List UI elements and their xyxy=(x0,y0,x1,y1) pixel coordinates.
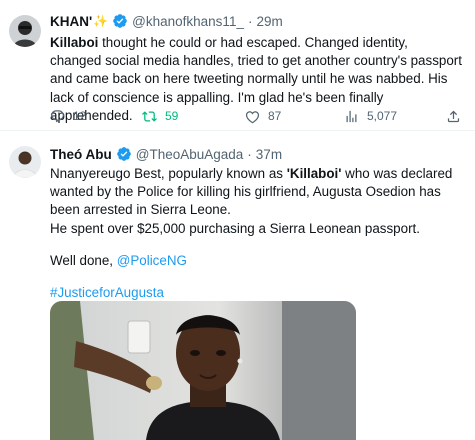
handle[interactable]: @TheoAbuAgada xyxy=(136,147,244,162)
mention-link[interactable]: @PoliceNG xyxy=(117,253,187,268)
tweet-theo[interactable]: Theó Abu @TheoAbuAgada · 37m Nnanyereugo… xyxy=(0,131,475,440)
share-icon xyxy=(447,110,460,122)
tweet-photo[interactable] xyxy=(50,301,356,440)
like-icon xyxy=(245,110,260,123)
retweet-icon xyxy=(142,110,157,122)
views-count: 5,077 xyxy=(367,109,398,123)
paragraph-1: Nnanyereugo Best, popularly known as 'Ki… xyxy=(50,165,462,220)
avatar[interactable] xyxy=(9,15,41,47)
retweet-count: 59 xyxy=(165,109,179,123)
timestamp[interactable]: 37m xyxy=(256,147,282,162)
reply-count: 12 xyxy=(73,109,87,123)
action-bar: 12 59 87 5,077 xyxy=(50,105,462,127)
separator: · xyxy=(247,146,252,162)
reply-icon xyxy=(51,109,64,122)
display-name[interactable]: KHAN' xyxy=(50,14,92,29)
hashtag-link[interactable]: #JusticeforAugusta xyxy=(50,284,462,302)
verified-badge-icon xyxy=(113,14,128,28)
verified-badge-icon xyxy=(116,147,131,161)
bold-name: 'Killaboi' xyxy=(286,166,342,181)
tweet-header: Theó Abu @TheoAbuAgada · 37m xyxy=(50,145,282,163)
paragraph-2: He spent over $25,000 purchasing a Sierr… xyxy=(50,220,420,236)
paragraph-3: Well done, @PoliceNG xyxy=(50,252,462,270)
reply-button[interactable]: 12 xyxy=(50,105,86,127)
sparkle-emoji: ✨ xyxy=(93,14,109,28)
views-button[interactable]: 5,077 xyxy=(344,105,397,127)
separator: · xyxy=(247,13,253,29)
text-run: Well done, xyxy=(50,252,117,268)
text-run: Nnanyereugo Best, popularly known as xyxy=(50,166,287,181)
display-name[interactable]: Theó Abu xyxy=(50,147,112,162)
like-count: 87 xyxy=(268,109,282,123)
timestamp[interactable]: 29m xyxy=(256,14,282,29)
tweet-text: Nnanyereugo Best, popularly known as 'Ki… xyxy=(50,165,462,302)
retweet-button[interactable]: 59 xyxy=(142,105,178,127)
views-icon xyxy=(346,110,357,122)
tweet-header: KHAN' ✨ @khanofkhans11_ · 29m xyxy=(50,12,283,30)
like-button[interactable]: 87 xyxy=(245,105,281,127)
tweet-khan[interactable]: KHAN' ✨ @khanofkhans11_ · 29m Killaboi t… xyxy=(0,0,475,131)
handle[interactable]: @khanofkhans11_ xyxy=(132,14,244,29)
share-button[interactable] xyxy=(446,105,469,127)
bold-mention: Killaboi xyxy=(50,35,99,50)
avatar[interactable] xyxy=(9,146,41,178)
